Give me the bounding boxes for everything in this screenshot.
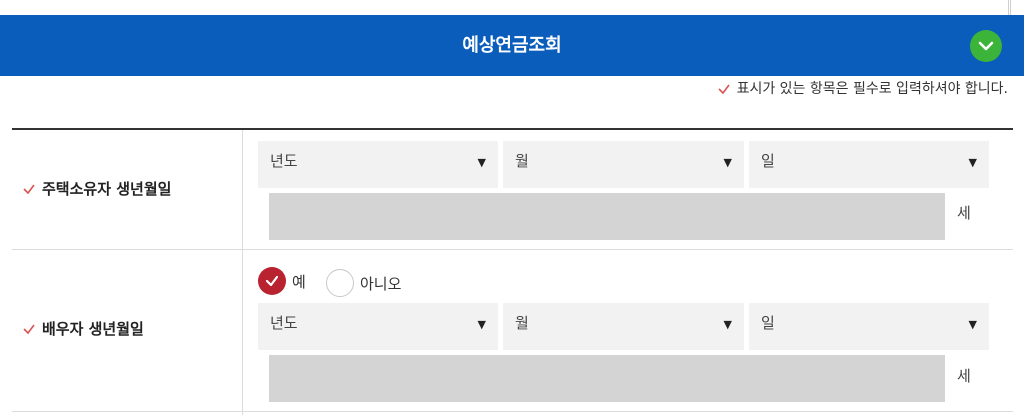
owner-birthdate-label-text: 주택소유자 생년월일 (42, 180, 172, 198)
spouse-day-select[interactable]: 일 ▼ (749, 303, 989, 350)
spouse-birthdate-label-text: 배우자 생년월일 (42, 320, 144, 338)
caret-down-icon: ▼ (968, 156, 977, 169)
caret-down-icon: ▼ (723, 318, 732, 331)
owner-day-value: 일 (761, 152, 775, 170)
caret-down-icon: ▼ (723, 156, 732, 169)
page-title: 예상연금조회 (462, 35, 562, 56)
spouse-year-value: 년도 (270, 314, 298, 332)
check-icon (718, 84, 730, 95)
spouse-age-unit: 세 (957, 367, 971, 385)
caret-down-icon: ▼ (968, 318, 977, 331)
chevron-down-icon (978, 41, 994, 51)
spouse-yes-label: 예 (292, 272, 306, 291)
spouse-month-value: 월 (515, 314, 529, 332)
table-top-border (12, 128, 1013, 130)
row-divider (12, 411, 1013, 412)
caret-down-icon: ▼ (477, 318, 486, 331)
owner-day-select[interactable]: 일 ▼ (749, 141, 989, 188)
caret-down-icon: ▼ (477, 156, 486, 169)
row-divider (12, 249, 1013, 250)
owner-birthdate-label: 주택소유자 생년월일 (22, 178, 171, 200)
required-notice-text: 표시가 있는 항목은 필수로 입력하셔야 합니다. (736, 81, 1008, 97)
spouse-age-field[interactable] (269, 355, 945, 402)
radio-unchecked-icon (326, 269, 354, 297)
top-strip (0, 0, 1024, 15)
owner-age-unit: 세 (957, 204, 971, 222)
spouse-day-value: 일 (761, 314, 775, 332)
owner-month-select[interactable]: 월 ▼ (503, 141, 744, 188)
spouse-birthdate-label: 배우자 생년월일 (22, 318, 144, 340)
owner-month-value: 월 (515, 152, 529, 170)
owner-year-value: 년도 (270, 152, 298, 170)
collapse-toggle-button[interactable] (970, 30, 1002, 62)
spouse-month-select[interactable]: 월 ▼ (503, 303, 744, 350)
required-check-icon (23, 184, 35, 195)
spouse-year-select[interactable]: 년도 ▼ (258, 303, 498, 350)
spouse-no-radio[interactable]: 아니오 (326, 269, 401, 297)
spouse-no-label: 아니오 (360, 274, 402, 293)
spouse-yes-radio[interactable]: 예 (258, 267, 306, 295)
header-bar: 예상연금조회 (0, 15, 1024, 76)
owner-age-field[interactable] (269, 193, 945, 240)
required-notice: 표시가 있는 항목은 필수로 입력하셔야 합니다. (717, 78, 1008, 100)
required-check-icon (23, 324, 35, 335)
column-divider (242, 130, 243, 415)
radio-checked-icon (258, 267, 286, 295)
owner-year-select[interactable]: 년도 ▼ (258, 141, 498, 188)
